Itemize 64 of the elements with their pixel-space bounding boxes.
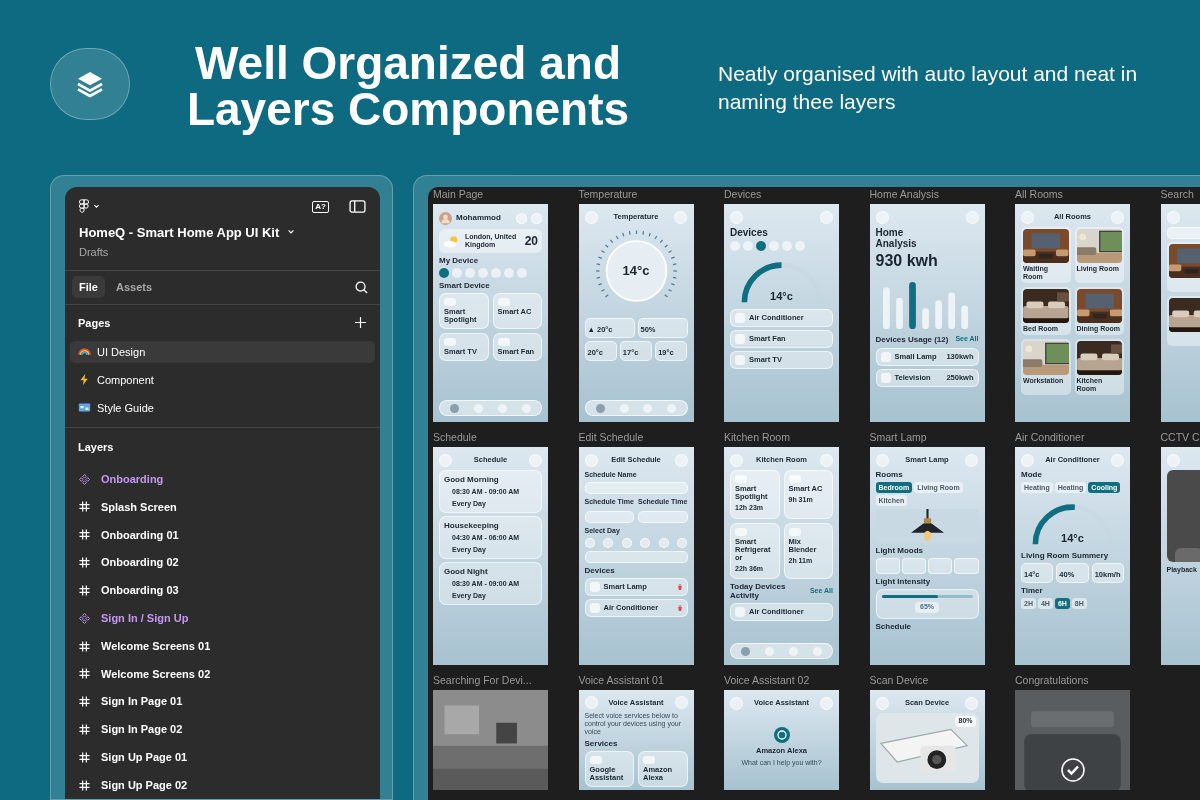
layer-item[interactable]: Sign Up Page 01 (65, 743, 380, 772)
section-heading: Rooms (875, 470, 903, 479)
temperature-value: 20 (524, 233, 538, 250)
layer-item[interactable]: Splash Screen (65, 493, 380, 521)
frame-label[interactable]: Air Conditioner (1015, 431, 1130, 444)
layer-item[interactable]: Sign In Page 01 (65, 687, 380, 716)
frame-label[interactable]: Schedule (433, 431, 548, 444)
energy-value: 930 kwh (875, 252, 939, 270)
frame-label[interactable]: Search (1160, 188, 1200, 201)
file-title: HomeQ - Smart Home App UI Kit (79, 223, 280, 242)
layer-item[interactable]: Onboarding (65, 465, 380, 494)
frame-label[interactable]: Kitchen Room (724, 431, 839, 444)
layer-item[interactable]: Sign Up Page 02 (65, 771, 380, 799)
layer-item[interactable]: Onboarding 02 (65, 548, 380, 577)
page-title: Devices (730, 227, 769, 238)
page-item[interactable]: UI Design (70, 340, 375, 363)
layer-item[interactable]: Welcome Screens 02 (65, 659, 380, 688)
frame-label[interactable]: Voice Assistant 02 (724, 674, 839, 687)
section-heading: Devices (584, 565, 615, 575)
frame-label[interactable]: Scan Device (869, 674, 985, 687)
page-title: Home Analysis (875, 227, 918, 249)
panel-tab[interactable]: File (72, 276, 105, 299)
frame-label[interactable]: Voice Assistant 01 (578, 674, 694, 687)
frame-label[interactable]: Smart Lamp (869, 431, 985, 444)
section-heading: My Device (439, 256, 479, 265)
frame-label[interactable]: Congratulations (1015, 674, 1130, 687)
page-item[interactable]: Component (70, 368, 375, 391)
schedule-name: Good Night (444, 567, 489, 576)
section-heading: Living Room Summery (1021, 551, 1109, 560)
schedule-name: Housekeeping (444, 521, 500, 530)
file-location: Drafts (78, 245, 110, 261)
section-heading: Light Moods (875, 546, 924, 555)
frame-label[interactable]: CCTV C (1160, 431, 1200, 444)
section-heading: Layers (77, 439, 115, 455)
page-item[interactable]: Style Guide (70, 396, 375, 419)
panel-tab[interactable]: Assets (108, 276, 160, 299)
schedule-name: Good Morning (444, 475, 500, 484)
frame-label[interactable]: Main Page (433, 188, 548, 201)
layer-item[interactable]: Sign In / Sign Up (65, 604, 380, 633)
temperature-value: 14°c (622, 262, 650, 281)
section-heading: Today Devices Activity (730, 582, 787, 600)
section-heading: Light Intensity (875, 577, 931, 586)
frame-label[interactable]: Temperature (578, 188, 694, 201)
section-heading: Services (584, 739, 618, 748)
section-heading: Mode (1021, 470, 1042, 479)
section-heading: Devices Usage (12) (875, 334, 949, 344)
section-heading: Smart Device (439, 281, 490, 290)
fonts-button[interactable]: A? (312, 200, 329, 213)
user-name: Mohammod (456, 212, 502, 224)
frame-label[interactable]: Devices (724, 188, 839, 201)
temperature-value: 14°c (1061, 532, 1084, 544)
subtitle: Neatly organised with auto layout and neat in naming thee layers (718, 61, 1139, 115)
frame-label[interactable]: Home Analysis (869, 188, 985, 201)
section-heading: Schedule (875, 621, 912, 631)
temperature-value: 14°c (770, 290, 793, 302)
section-heading: Timer (1021, 586, 1043, 595)
frame-label[interactable]: All Rooms (1015, 188, 1130, 201)
frame-label[interactable]: Edit Schedule (578, 431, 694, 444)
layer-item[interactable]: Welcome Screens 01 (65, 632, 380, 660)
section-heading: Pages (78, 315, 112, 331)
layer-item[interactable]: Onboarding 03 (65, 576, 380, 605)
frame-label[interactable]: Searching For Devi... (433, 674, 548, 687)
layer-item[interactable]: Sign In Page 02 (65, 715, 380, 744)
layer-item[interactable]: Onboarding 01 (65, 520, 380, 549)
